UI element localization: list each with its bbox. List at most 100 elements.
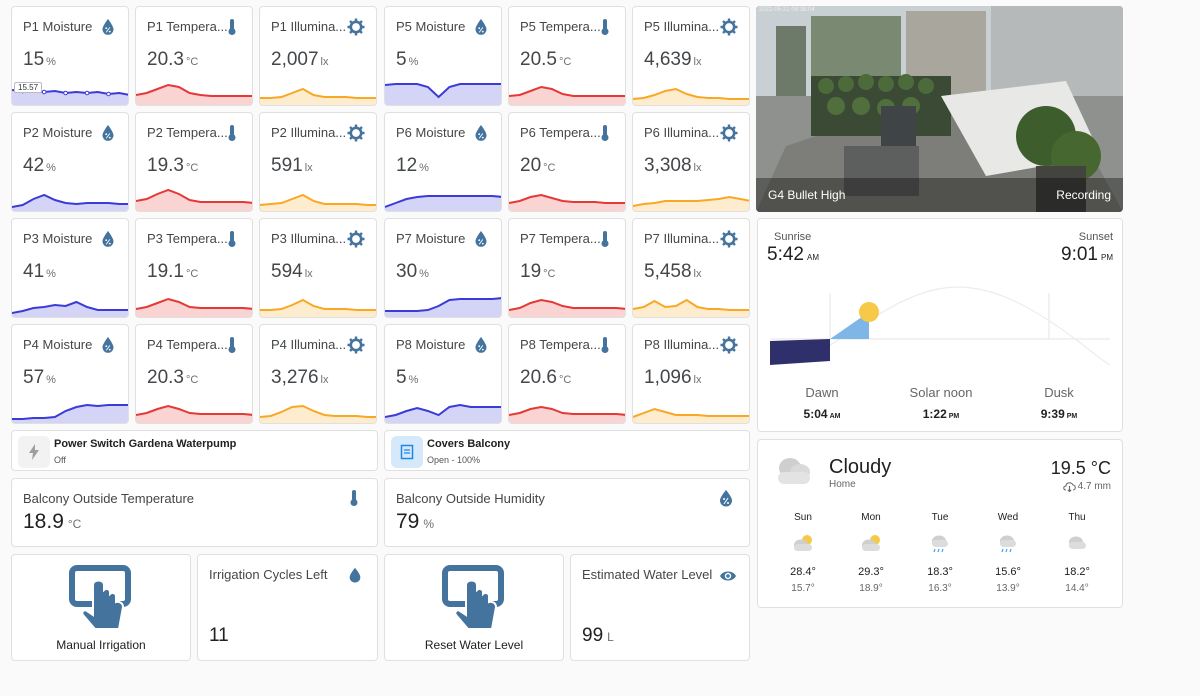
sensor-history-graph[interactable] xyxy=(633,385,750,423)
sensor-card[interactable]: P2 Tempera... 19.3 °C xyxy=(135,112,253,212)
thermometer-icon xyxy=(223,336,241,354)
sensor-card[interactable]: P2 Moisture 42% xyxy=(11,112,129,212)
estimated-water-level-label: Estimated Water Level xyxy=(582,567,713,582)
sensor-history-graph[interactable] xyxy=(136,67,253,105)
balcony-temperature-label: Balcony Outside Temperature xyxy=(23,491,195,506)
sensor-name: P7 Illumina... xyxy=(644,231,720,246)
sensor-name: P8 Tempera... xyxy=(520,337,601,352)
sensor-card[interactable]: P8 Tempera... 20.6 °C xyxy=(508,324,626,424)
sensor-card[interactable]: P6 Moisture 12% xyxy=(384,112,502,212)
weather-temperature: 19.5 °C xyxy=(1050,458,1111,478)
camera-feed[interactable]: 2022-05-21 08:38:04 G4 Bullet High Recor… xyxy=(756,6,1123,212)
sensor-history-graph[interactable] xyxy=(136,279,253,317)
sensor-history-graph[interactable] xyxy=(12,385,129,423)
forecast-low: 18.9° xyxy=(859,583,883,594)
estimated-water-level-value: 99 L xyxy=(582,625,614,647)
balcony-temperature-card[interactable]: Balcony Outside Temperature 18.9 °C xyxy=(11,478,378,547)
sensor-history-graph[interactable] xyxy=(385,67,502,105)
forecast-low: 16.3° xyxy=(928,583,952,594)
sensor-card[interactable]: P3 Illumina... 594 lx xyxy=(259,218,377,318)
sensor-card[interactable]: P2 Illumina... 591 lx xyxy=(259,112,377,212)
sensor-name: P1 Tempera... xyxy=(147,19,228,34)
sensor-card[interactable]: P4 Tempera... 20.3 °C xyxy=(135,324,253,424)
sensor-card[interactable]: P6 Tempera... 20 °C xyxy=(508,112,626,212)
sensor-history-graph[interactable] xyxy=(136,385,253,423)
water-percent-icon xyxy=(99,230,117,248)
sensor-history-graph[interactable] xyxy=(633,279,750,317)
sensor-history-graph[interactable] xyxy=(509,67,626,105)
sensor-card[interactable]: P1 Tempera... 20.3 °C xyxy=(135,6,253,106)
sensor-history-graph[interactable] xyxy=(385,173,502,211)
sensor-card[interactable]: P5 Illumina... 4,639 lx xyxy=(632,6,750,106)
sensor-history-graph[interactable] xyxy=(260,385,377,423)
cloud-download-icon xyxy=(1062,482,1076,492)
sensor-card[interactable]: P3 Tempera... 19.1 °C xyxy=(135,218,253,318)
sensor-card[interactable]: P5 Moisture 5% xyxy=(384,6,502,106)
sensor-card[interactable]: P4 Illumina... 3,276 lx xyxy=(259,324,377,424)
brightness-icon xyxy=(347,336,365,354)
sensor-card[interactable]: P1 Illumina... 2,007 lx xyxy=(259,6,377,106)
irrigation-cycles-card[interactable]: Irrigation Cycles Left 11 xyxy=(197,554,378,661)
sensor-card[interactable]: P7 Moisture 30% xyxy=(384,218,502,318)
balcony-temperature-unit: °C xyxy=(67,517,82,531)
water-percent-icon xyxy=(99,124,117,142)
sensor-history-graph[interactable] xyxy=(385,279,502,317)
dusk-event: Dusk 9:39 PM xyxy=(1014,385,1104,421)
covers-balcony-card[interactable]: Covers Balcony Open - 100% xyxy=(384,430,750,471)
brightness-icon xyxy=(720,124,738,142)
sensor-name: P7 Moisture xyxy=(396,231,466,246)
sensor-history-graph[interactable] xyxy=(509,279,626,317)
camera-status: Recording xyxy=(1056,188,1111,202)
sensor-history-graph[interactable] xyxy=(260,173,377,211)
sensor-history-graph[interactable] xyxy=(260,67,377,105)
sensor-name: P6 Illumina... xyxy=(644,125,720,140)
sun-position-graph xyxy=(769,286,1111,366)
forecast-high: 18.2° xyxy=(1064,566,1090,578)
sensor-card[interactable]: P8 Moisture 5% xyxy=(384,324,502,424)
weather-forecast-card[interactable]: Cloudy Home 19.5 °C 4.7 mm Sun 28.4° 15.7°… xyxy=(757,439,1123,608)
estimated-water-level-card[interactable]: Estimated Water Level 99 L xyxy=(570,554,750,661)
sensor-history-graph[interactable] xyxy=(260,279,377,317)
reset-water-level-button[interactable]: Reset Water Level xyxy=(384,554,564,661)
sensor-history-graph[interactable] xyxy=(509,173,626,211)
sensor-card[interactable]: P7 Illumina... 5,458 lx xyxy=(632,218,750,318)
brightness-icon xyxy=(720,230,738,248)
rainy-icon xyxy=(932,535,948,553)
sensor-name: P3 Moisture xyxy=(23,231,93,246)
sensor-history-graph[interactable] xyxy=(509,385,626,423)
window-shutter-icon xyxy=(391,436,423,468)
sensor-history-graph[interactable] xyxy=(385,385,502,423)
sensor-card[interactable]: P3 Moisture 41% xyxy=(11,218,129,318)
forecast-day-name: Tue xyxy=(931,512,949,523)
water-percent-icon xyxy=(99,336,117,354)
balcony-humidity-card[interactable]: Balcony Outside Humidity 79% xyxy=(384,478,750,547)
sensor-card[interactable]: P6 Illumina... 3,308 lx xyxy=(632,112,750,212)
sensor-history-graph[interactable] xyxy=(633,67,750,105)
sun-card[interactable]: Sunrise 5:42 AM Sunset 9:01 PM Dawn 5:04 AM… xyxy=(757,218,1123,432)
sensor-history-graph[interactable] xyxy=(12,279,129,317)
sensor-card[interactable]: P7 Tempera... 19 °C xyxy=(508,218,626,318)
pump-switch-state: Off xyxy=(54,455,66,465)
dawn-time: 5:04 AM xyxy=(777,407,867,421)
pump-switch-card[interactable]: Power Switch Gardena Waterpump Off xyxy=(11,430,378,471)
sensor-history-graph[interactable] xyxy=(12,173,129,211)
balcony-humidity-value: 79% xyxy=(396,510,434,534)
sensor-history-graph[interactable] xyxy=(633,173,750,211)
dawn-ampm: AM xyxy=(829,413,841,420)
solar-noon-time: 1:22 PM xyxy=(896,407,986,421)
sensor-card[interactable]: P1 Moisture 15% 15.57 xyxy=(11,6,129,106)
sensor-history-graph[interactable] xyxy=(136,173,253,211)
sensor-card[interactable]: P5 Tempera... 20.5 °C xyxy=(508,6,626,106)
sensor-card[interactable]: P4 Moisture 57% xyxy=(11,324,129,424)
sensor-history-point xyxy=(84,90,90,96)
sensor-card[interactable]: P8 Illumina... 1,096 lx xyxy=(632,324,750,424)
flash-icon xyxy=(18,436,50,468)
sensor-history-area xyxy=(385,298,501,317)
sunset-label: Sunset xyxy=(1078,231,1113,243)
sunrise-time: 5:42 AM xyxy=(767,244,819,266)
brightness-icon xyxy=(347,230,365,248)
sunrise-ampm: AM xyxy=(806,253,819,262)
manual-irrigation-button[interactable]: Manual Irrigation xyxy=(11,554,191,661)
sensor-tooltip: 15.57 xyxy=(14,82,43,93)
estimated-water-level-number: 99 xyxy=(582,625,604,646)
